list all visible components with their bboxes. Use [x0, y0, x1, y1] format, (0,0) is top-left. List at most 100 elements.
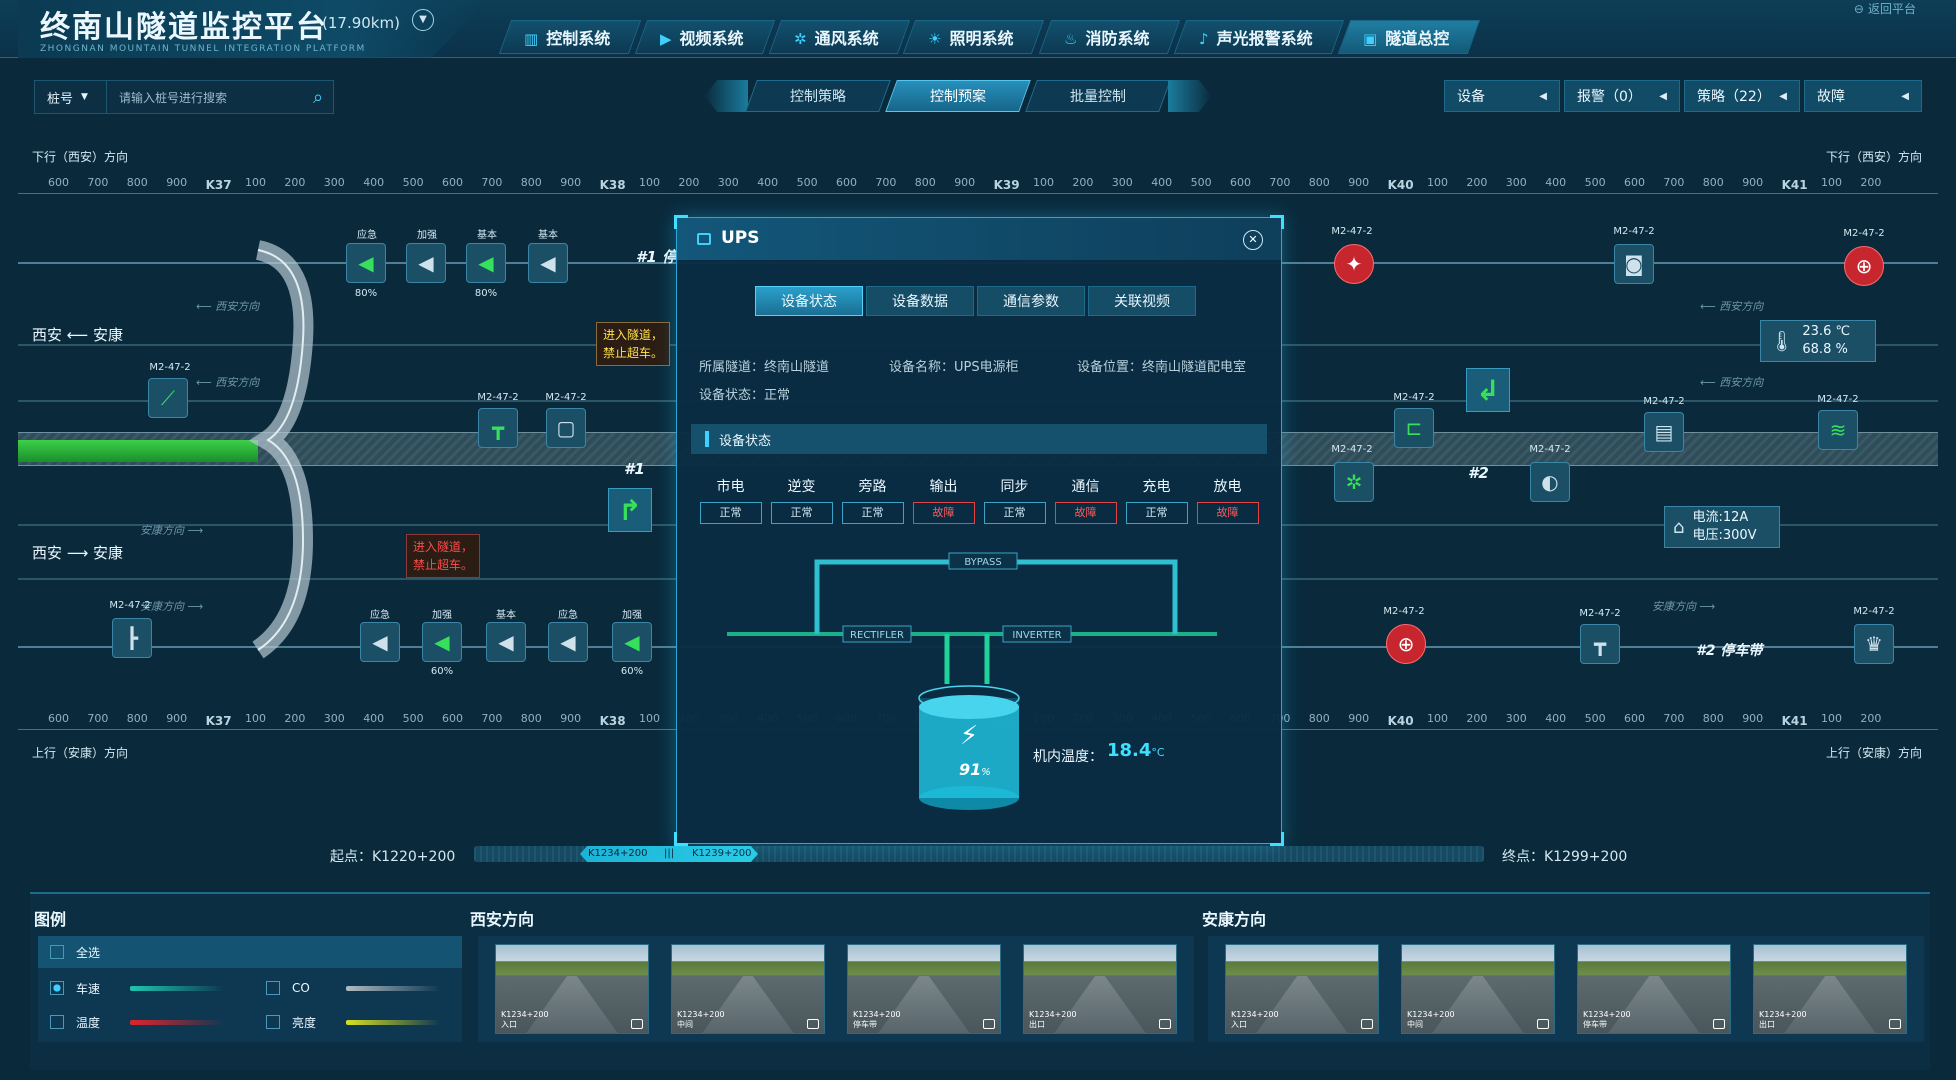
fan-icon[interactable]: ◀ — [548, 622, 588, 662]
panel-icon[interactable]: ⊏ — [1394, 408, 1434, 448]
speed-bar — [18, 440, 258, 462]
fullscreen-icon[interactable] — [631, 1019, 643, 1029]
close-button[interactable]: ✕ — [1243, 230, 1263, 250]
fullscreen-icon[interactable] — [983, 1019, 995, 1029]
fullscreen-icon[interactable] — [1159, 1019, 1171, 1029]
device-code: M2-47-2 — [1331, 226, 1373, 237]
checkbox[interactable] — [50, 945, 64, 959]
tab-device-status[interactable]: 设备状态 — [755, 286, 863, 316]
display-icon[interactable]: ▤ — [1644, 412, 1684, 452]
tabs-next-arrow[interactable] — [1168, 80, 1212, 112]
nav-alarm[interactable]: ♪ 声光报警系统 — [1174, 20, 1345, 54]
sensor-icon[interactable]: ◐ — [1530, 462, 1570, 502]
nav-video[interactable]: ▶ 视频系统 — [635, 20, 775, 54]
ruler-tick: K38 — [599, 178, 626, 192]
status-badge: 正常 — [983, 502, 1046, 524]
camera-thumb[interactable]: K1234+200 入口 — [1225, 944, 1379, 1034]
speed-checkbox[interactable] — [50, 981, 64, 995]
search-input[interactable]: 请输入桩号进行搜索 — [107, 89, 303, 106]
emergency-icon[interactable]: ⊕ — [1844, 246, 1884, 286]
camera-thumb[interactable]: K1234+200 出口 — [1753, 944, 1907, 1034]
panel-icon[interactable]: ▢ — [546, 408, 586, 448]
progress-marker-start: K1234+200 — [588, 848, 648, 859]
fullscreen-icon[interactable] — [1713, 1019, 1725, 1029]
ruler-tick: 400 — [363, 176, 385, 189]
pile-select[interactable]: 桩号 ▼ — [35, 81, 107, 113]
camera-thumb[interactable]: K1234+200 停车带 — [1577, 944, 1731, 1034]
chevron-down-icon[interactable]: ▼ — [412, 9, 434, 31]
barrier-icon[interactable]: ⟋ — [148, 378, 188, 418]
fullscreen-icon[interactable] — [807, 1019, 819, 1029]
fan-icon[interactable]: ✲ — [1334, 462, 1374, 502]
back-to-platform-link[interactable]: ⊖ 返回平台 — [1854, 0, 1920, 17]
barrier-icon[interactable]: ┣ — [112, 618, 152, 658]
fan-icon[interactable]: ◀ — [422, 622, 462, 662]
signal-icon[interactable]: ┳ — [478, 408, 518, 448]
temperature-checkbox[interactable] — [50, 1015, 64, 1029]
ruler-tick: 800 — [1702, 712, 1724, 725]
nav-tunnel-master[interactable]: ▣ 隧道总控 — [1337, 20, 1481, 54]
fan-icon[interactable]: ◀ — [360, 622, 400, 662]
status-name: 旁路 — [858, 479, 887, 495]
strategy-filter-button[interactable]: 策略（22） ◀ — [1684, 80, 1800, 112]
fan-icon[interactable]: ◀ — [406, 243, 446, 283]
fan-icon[interactable]: ◀ — [346, 243, 386, 283]
fan-icon[interactable]: ◀ — [612, 622, 652, 662]
fan-icon[interactable]: ◀ — [466, 243, 506, 283]
env-sensor-box[interactable]: 🌡 23.6 ℃ 68.8 % — [1760, 320, 1876, 362]
wireless-icon[interactable]: ≋ — [1818, 410, 1858, 450]
fan-pct: 60% — [620, 666, 644, 677]
tab-control-plan[interactable]: 控制预案 — [885, 80, 1031, 112]
tab-device-data[interactable]: 设备数据 — [866, 286, 974, 316]
progress-window[interactable]: K1234+200 ||| K1239+200 — [580, 846, 758, 862]
fullscreen-icon[interactable] — [1361, 1019, 1373, 1029]
bypass-label: BYPASS — [964, 557, 1001, 568]
status-item: 旁路 正常 — [837, 476, 908, 524]
camera-thumb[interactable]: K1234+200 停车带 — [847, 944, 1001, 1034]
tab-linked-video[interactable]: 关联视频 — [1088, 286, 1196, 316]
fullscreen-icon[interactable] — [1889, 1019, 1901, 1029]
device-code: M2-47-2 — [1383, 606, 1425, 617]
tunnel-length: (17.90km) — [322, 14, 400, 32]
nav-control[interactable]: ▥ 控制系统 — [498, 20, 642, 54]
status-name: 输出 — [929, 479, 958, 495]
fan-pct: 80% — [474, 288, 498, 299]
status-item: 逆变 正常 — [766, 476, 837, 524]
camera-thumb[interactable]: K1234+200 入口 — [495, 944, 649, 1034]
search-icon[interactable]: ⌕ — [303, 87, 333, 108]
camera-icon[interactable]: ◙ — [1614, 244, 1654, 284]
camera-thumb[interactable]: K1234+200 中间 — [671, 944, 825, 1034]
legend-select-all[interactable]: 全选 — [38, 936, 462, 968]
tab-comm-params[interactable]: 通信参数 — [977, 286, 1085, 316]
fire-alarm-icon[interactable]: ✦ — [1334, 244, 1374, 284]
ruler-tick: 200 — [1466, 712, 1488, 725]
info-device-name: 设备名称：UPS电源柜 — [889, 360, 1019, 375]
lamp-icon[interactable]: ♛ — [1854, 624, 1894, 664]
fan-icon[interactable]: ◀ — [528, 243, 568, 283]
tab-batch-control[interactable]: 批量控制 — [1025, 80, 1171, 112]
nav-lighting[interactable]: ☀ 照明系统 — [903, 20, 1046, 54]
status-name: 市电 — [716, 479, 745, 495]
turn-arrow-icon[interactable]: ↲ — [1466, 368, 1510, 412]
alarm-filter-button[interactable]: 报警（0） ◀ — [1564, 80, 1680, 112]
right-status-bar: 设备 ◀ 报警（0） ◀ 策略（22） ◀ 故障 ◀ — [1444, 80, 1926, 112]
env-temperature: 23.6 ℃ — [1802, 324, 1851, 339]
fullscreen-icon[interactable] — [1537, 1019, 1549, 1029]
nav-ventilation[interactable]: ✲ 通风系统 — [768, 20, 910, 54]
tab-control-strategy[interactable]: 控制策略 — [745, 80, 891, 112]
fault-filter-button[interactable]: 故障 ◀ — [1804, 80, 1922, 112]
ruler-tick: 300 — [323, 712, 345, 725]
power-meter-box[interactable]: ⌂ 电流:12A 电压:300V — [1664, 506, 1780, 548]
legend-row-1: 车速 CO — [38, 972, 462, 1004]
camera-thumb[interactable]: K1234+200 出口 — [1023, 944, 1177, 1034]
signal-icon[interactable]: ┳ — [1580, 624, 1620, 664]
emergency-icon[interactable]: ⊕ — [1386, 624, 1426, 664]
device-filter-button[interactable]: 设备 ◀ — [1444, 80, 1560, 112]
co-checkbox[interactable] — [266, 981, 280, 995]
camera-thumb[interactable]: K1234+200 中间 — [1401, 944, 1555, 1034]
fan-icon[interactable]: ◀ — [486, 622, 526, 662]
tabs-prev-arrow[interactable] — [704, 80, 748, 112]
brightness-checkbox[interactable] — [266, 1015, 280, 1029]
turn-arrow-icon[interactable]: ↱ — [608, 488, 652, 532]
nav-fire[interactable]: ♨ 消防系统 — [1038, 20, 1181, 54]
